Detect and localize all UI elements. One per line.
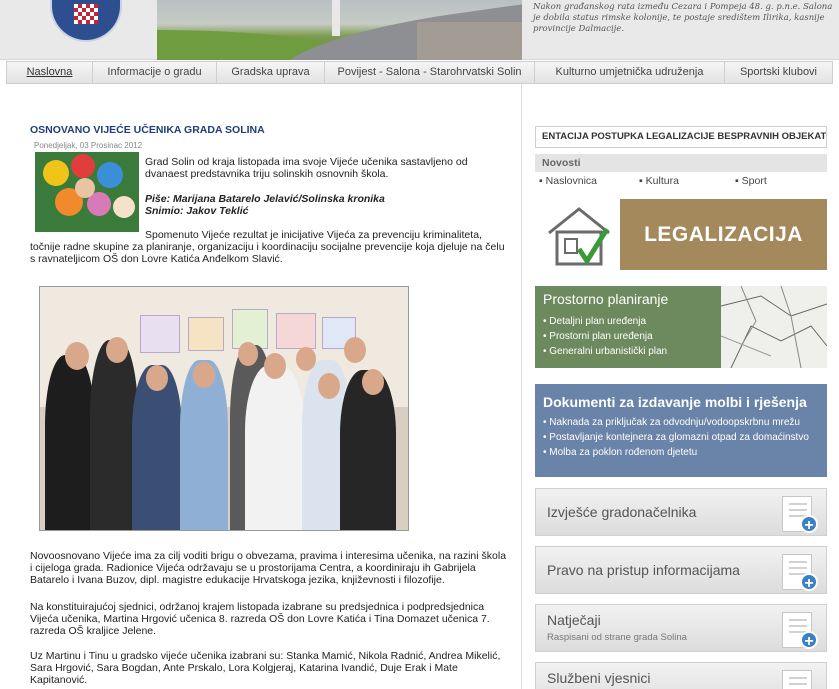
documents-item[interactable]: • Postavljanje kontejnera za glomazni ot… xyxy=(543,430,809,445)
planning-title: Prostorno planiranje xyxy=(543,291,669,307)
site-header: Nakon građanskog rata između Cezara i Po… xyxy=(0,0,839,60)
article-paragraph-2: Novoosnovano Vijeće ima za cilj voditi b… xyxy=(30,550,507,586)
planning-item[interactable]: • Detaljni plan uređenja xyxy=(543,314,667,329)
plus-icon: + xyxy=(800,631,818,650)
legalization-marquee-link[interactable]: ENTACIJA POSTUPKA LEGALIZACIJE BESPRAVNI… xyxy=(535,126,827,148)
card-title: Izvješće gradonačelnika xyxy=(547,504,697,520)
byline-author: Piše: Marijana Batarelo Jelavić/Solinska… xyxy=(145,193,385,205)
article-paragraph-3: Na konstituirajućoj sjednici, održanoj k… xyxy=(30,601,490,637)
article-title[interactable]: OSNOVANO VIJEĆE UČENIKA GRADA SOLINA xyxy=(30,124,265,136)
card-title: Službeni vjesnici xyxy=(547,670,651,686)
checkerboard-shield-icon xyxy=(74,4,98,24)
article-intro: Grad Solin od kraja listopada ima svoje … xyxy=(145,156,468,180)
article-date: Ponedjeljak, 03 Prosinac 2012 xyxy=(34,141,143,150)
header-banner-image xyxy=(157,0,522,60)
nav-item-gradska-uprava[interactable]: Gradska uprava xyxy=(217,62,325,83)
article-column: OSNOVANO VIJEĆE UČENIKA GRADA SOLINA Pon… xyxy=(0,84,520,689)
card-pravo-na-pristup[interactable]: Pravo na pristup informacijama + xyxy=(535,546,827,594)
planning-list: • Detaljni plan uređenja • Prostorni pla… xyxy=(543,314,667,359)
legalizacija-banner[interactable]: LEGALIZACIJA xyxy=(535,199,827,270)
header-history-blurb: Nakon građanskog rata između Cezara i Po… xyxy=(533,2,833,34)
documents-item[interactable]: • Naknada za priključak za odvodnju/vodo… xyxy=(543,415,809,430)
article-paragraph-1: Spomenuto Vijeće rezultat je inicijative… xyxy=(30,229,505,265)
column-divider xyxy=(521,84,522,689)
article-thumbnail-image xyxy=(35,152,139,232)
planning-map-image xyxy=(720,286,827,368)
news-tab-naslovnica[interactable]: ▪ Naslovnica xyxy=(539,175,597,187)
card-title: Pravo na pristup informacijama xyxy=(547,562,740,578)
card-izvjesce-gradonacelnika[interactable]: Izvješće gradonačelnika + xyxy=(535,488,827,536)
sidebar: ENTACIJA POSTUPKA LEGALIZACIJE BESPRAVNI… xyxy=(535,84,828,689)
news-tab-sport[interactable]: ▪ Sport xyxy=(735,175,767,187)
house-check-icon xyxy=(548,207,610,266)
student-council-group-photo xyxy=(39,286,409,531)
document-icon xyxy=(782,670,812,689)
plus-icon: + xyxy=(800,573,818,592)
news-tab-kultura[interactable]: ▪ Kultura xyxy=(639,175,679,187)
article-paragraph-4: Uz Martinu i Tinu u gradsko vijeće učeni… xyxy=(30,650,501,686)
nav-item-naslovna[interactable]: Naslovna xyxy=(7,62,93,83)
documents-title: Dokumenti za izdavanje molbi i rješenja xyxy=(543,394,807,410)
card-title: Natječaji xyxy=(547,612,601,628)
documents-item[interactable]: • Molba za poklon rođenom djetetu xyxy=(543,445,809,460)
card-natjecaji[interactable]: Natječaji Raspisani od strane grada Soli… xyxy=(535,604,827,652)
spatial-planning-box[interactable]: Prostorno planiranje • Detaljni plan ure… xyxy=(535,286,827,368)
city-coat-of-arms-logo[interactable] xyxy=(50,0,122,42)
legalizacija-label: LEGALIZACIJA xyxy=(620,199,827,270)
news-tabs: ▪ Naslovnica ▪ Kultura ▪ Sport xyxy=(535,175,827,189)
nav-item-povijest[interactable]: Povijest - Salona - Starohrvatski Solin xyxy=(325,62,535,83)
main-navigation: Naslovna Informacije o gradu Gradska upr… xyxy=(6,61,833,84)
planning-item[interactable]: • Generalni urbanistički plan xyxy=(543,344,667,359)
planning-item[interactable]: • Prostorni plan uređenja xyxy=(543,329,667,344)
card-subtitle: Raspisani od strane grada Solina xyxy=(547,632,687,643)
nav-item-kulturno[interactable]: Kulturno umjetnička udruženja xyxy=(535,62,725,83)
byline-photographer: Snimio: Jakov Teklić xyxy=(145,205,249,217)
article-byline: Piše: Marijana Batarelo Jelavić/Solinska… xyxy=(145,193,505,217)
news-heading: Novosti xyxy=(535,154,827,172)
plus-icon: + xyxy=(800,515,818,534)
documents-list: • Naknada za priključak za odvodnju/vodo… xyxy=(543,415,809,460)
nav-item-sportski-klubovi[interactable]: Sportski klubovi xyxy=(725,62,832,83)
documents-box[interactable]: Dokumenti za izdavanje molbi i rješenja … xyxy=(535,384,827,477)
card-sluzbeni-vjesnici[interactable]: Službeni vjesnici xyxy=(535,662,827,689)
nav-item-informacije[interactable]: Informacije o gradu xyxy=(93,62,217,83)
